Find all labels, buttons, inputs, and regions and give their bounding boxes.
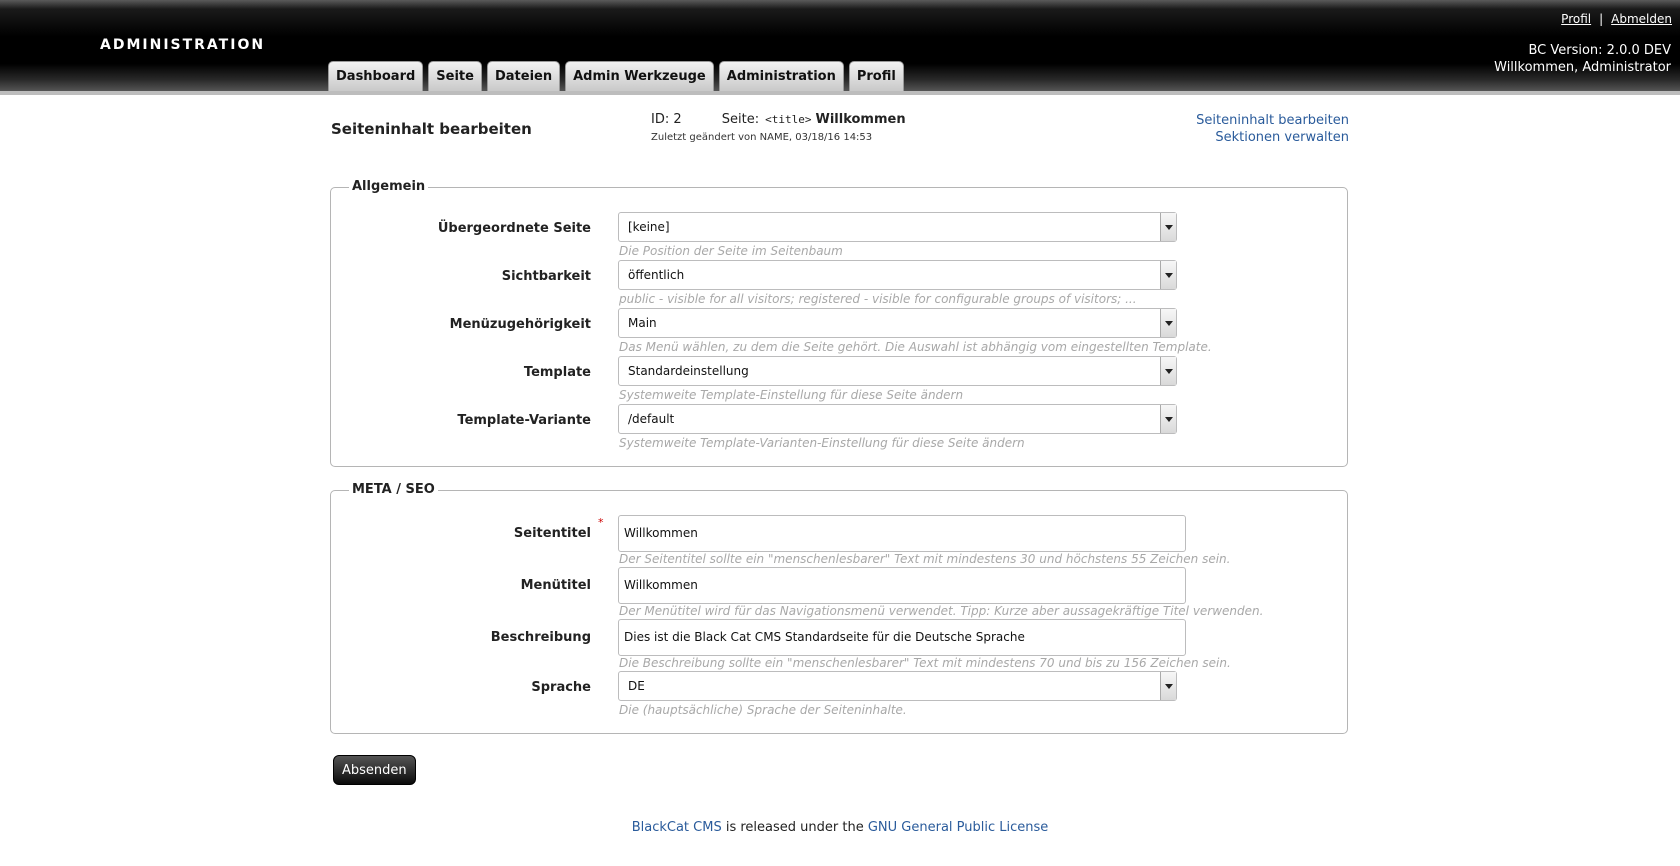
template-variant-value: /default bbox=[628, 412, 675, 426]
manage-sections-link[interactable]: Sektionen verwalten bbox=[1196, 129, 1349, 146]
chevron-down-icon bbox=[1160, 213, 1176, 241]
page-title-hint: Der Seitentitel sollte ein "menschenlesb… bbox=[619, 552, 1231, 566]
page-id-line: ID: 2 Seite: <title> Willkommen bbox=[651, 112, 906, 127]
gpl-license-link[interactable]: GNU General Public License bbox=[868, 820, 1048, 835]
template-variant-hint: Systemweite Template-Varianten-Einstellu… bbox=[619, 436, 1025, 450]
parent-page-label: Übergeordnete Seite bbox=[437, 221, 591, 236]
tab-dashboard[interactable]: Dashboard bbox=[328, 61, 424, 91]
parent-page-value: [keine] bbox=[628, 220, 670, 234]
tab-administration[interactable]: Administration bbox=[718, 61, 844, 91]
visibility-hint: public - visible for all visitors; regis… bbox=[619, 292, 1137, 306]
page-title-value: Willkommen bbox=[815, 112, 906, 127]
parent-page-select[interactable]: [keine] bbox=[618, 212, 1177, 242]
tab-dateien[interactable]: Dateien bbox=[486, 61, 561, 91]
blackcat-cms-link[interactable]: BlackCat CMS bbox=[632, 820, 722, 835]
general-legend: Allgemein bbox=[349, 179, 429, 194]
chevron-down-icon bbox=[1160, 672, 1176, 700]
menu-title-label: Menütitel bbox=[520, 578, 591, 593]
top-links: Profil | Abmelden bbox=[1561, 12, 1672, 26]
meta-fieldset: META / SEO Seitentitel Willkommen Der Se… bbox=[330, 482, 1348, 734]
visibility-value: öffentlich bbox=[628, 268, 685, 282]
language-value: DE bbox=[628, 679, 645, 693]
title-tag: <title> bbox=[765, 113, 812, 126]
description-label: Beschreibung bbox=[490, 630, 591, 645]
template-variant-label: Template-Variante bbox=[457, 413, 591, 428]
submit-button[interactable]: Absenden bbox=[333, 755, 416, 785]
menu-title-hint: Der Menütitel wird für das Navigationsme… bbox=[619, 604, 1264, 618]
page-id: ID: 2 bbox=[651, 112, 682, 127]
header-bar: ADMINISTRATION Profil | Abmelden BC Versio… bbox=[0, 0, 1680, 91]
profile-link[interactable]: Profil bbox=[1561, 12, 1591, 26]
footer: BlackCat CMS is released under the GNU G… bbox=[0, 820, 1680, 835]
footer-text: is released under the bbox=[721, 820, 868, 835]
page-label: Seite: bbox=[721, 112, 760, 127]
last-changed: Zuletzt geändert von NAME, 03/18/16 14:5… bbox=[651, 132, 873, 143]
menu-title-input[interactable]: Willkommen bbox=[618, 567, 1186, 604]
chevron-down-icon bbox=[1160, 357, 1176, 385]
required-marker: * bbox=[598, 516, 604, 529]
menu-value: Main bbox=[628, 316, 657, 330]
description-input[interactable]: Dies ist die Black Cat CMS Standardseite… bbox=[618, 619, 1186, 656]
language-hint: Die (hauptsächliche) Sprache der Seiteni… bbox=[619, 703, 907, 717]
page-title-label: Seitentitel bbox=[513, 526, 591, 541]
visibility-select[interactable]: öffentlich bbox=[618, 260, 1177, 290]
meta-legend: META / SEO bbox=[349, 482, 438, 497]
template-hint: Systemweite Template-Einstellung für die… bbox=[619, 388, 964, 402]
chevron-down-icon bbox=[1160, 405, 1176, 433]
version-text: BC Version: 2.0.0 DEV bbox=[1528, 43, 1671, 58]
logout-link[interactable]: Abmelden bbox=[1611, 12, 1672, 26]
visibility-label: Sichtbarkeit bbox=[501, 269, 591, 284]
menu-select[interactable]: Main bbox=[618, 308, 1177, 338]
template-variant-select[interactable]: /default bbox=[618, 404, 1177, 434]
chevron-down-icon bbox=[1160, 261, 1176, 289]
tab-profil[interactable]: Profil bbox=[848, 61, 904, 91]
description-hint: Die Beschreibung sollte ein "menschenles… bbox=[619, 656, 1231, 670]
page-title: Seiteninhalt bearbeiten bbox=[331, 120, 532, 138]
menu-hint: Das Menü wählen, zu dem die Seite gehört… bbox=[619, 340, 1212, 354]
template-label: Template bbox=[523, 365, 591, 380]
menu-label: Menüzugehörigkeit bbox=[449, 317, 591, 332]
header-divider bbox=[0, 91, 1680, 95]
welcome-text: Willkommen, Administrator bbox=[1494, 60, 1671, 75]
version-info: BC Version: 2.0.0 DEV Willkommen, Admini… bbox=[1494, 42, 1671, 76]
template-value: Standardeinstellung bbox=[628, 364, 749, 378]
link-separator: | bbox=[1599, 12, 1604, 26]
brand-title: ADMINISTRATION bbox=[100, 37, 266, 53]
general-fieldset: Allgemein Übergeordnete Seite [keine] Di… bbox=[330, 179, 1348, 467]
language-select[interactable]: DE bbox=[618, 671, 1177, 701]
edit-content-link[interactable]: Seiteninhalt bearbeiten bbox=[1196, 112, 1349, 129]
parent-page-hint: Die Position der Seite im Seitenbaum bbox=[619, 244, 843, 258]
main-tabs: Dashboard Seite Dateien Admin Werkzeuge … bbox=[328, 61, 909, 91]
page-actions: Seiteninhalt bearbeiten Sektionen verwal… bbox=[1196, 112, 1349, 146]
template-select[interactable]: Standardeinstellung bbox=[618, 356, 1177, 386]
page-title-input[interactable]: Willkommen bbox=[618, 515, 1186, 552]
tab-admin-werkzeuge[interactable]: Admin Werkzeuge bbox=[565, 61, 714, 91]
language-label: Sprache bbox=[531, 680, 591, 695]
tab-seite[interactable]: Seite bbox=[428, 61, 482, 91]
chevron-down-icon bbox=[1160, 309, 1176, 337]
